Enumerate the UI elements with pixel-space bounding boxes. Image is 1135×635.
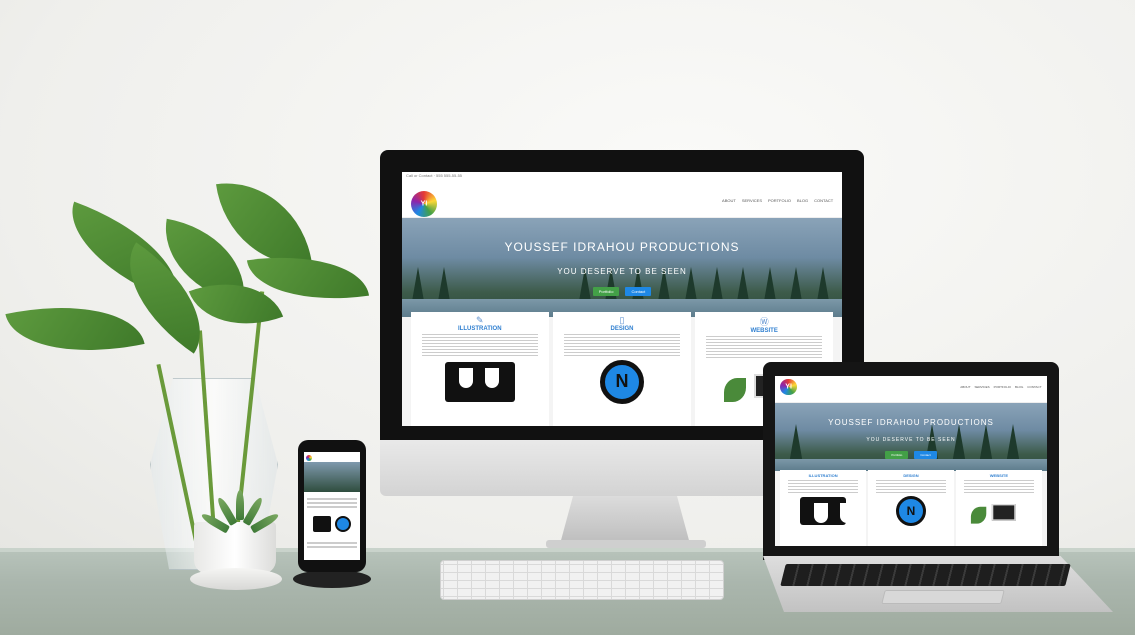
card-text bbox=[421, 333, 538, 356]
card-title: DESIGN bbox=[610, 325, 634, 332]
site-logo[interactable]: YI bbox=[410, 190, 438, 218]
phone-card-text bbox=[304, 540, 360, 554]
hero-title: YOUSSEF IDRAHOU PRODUCTIONS bbox=[504, 239, 740, 254]
laptop-card-illustration[interactable]: ILLUSTRATION bbox=[780, 469, 866, 546]
hero-buttons: Portfolio Contact bbox=[402, 287, 842, 297]
illustration-artwork bbox=[414, 361, 546, 402]
card-text bbox=[706, 335, 823, 358]
laptop-card-design[interactable]: DESIGN N bbox=[868, 469, 954, 546]
nav-portfolio[interactable]: PORTFOLIO bbox=[768, 198, 791, 203]
laptop-nav-links: ABOUT SERVICES PORTFOLIO BLOG CONTACT bbox=[960, 385, 1042, 390]
phone-screen bbox=[304, 452, 360, 560]
phone-site-navbar bbox=[304, 454, 360, 462]
phone-dock bbox=[293, 570, 371, 588]
service-card-design[interactable]: ▯ DESIGN N bbox=[553, 311, 691, 426]
tablet-icon: ▯ bbox=[619, 314, 625, 325]
phone-site-logo[interactable] bbox=[306, 455, 312, 461]
succulent-leaf bbox=[236, 490, 244, 520]
design-artwork: N bbox=[556, 359, 688, 404]
laptop-hero-buttons: Portfolio Contact bbox=[775, 450, 1047, 459]
imac-stand bbox=[560, 496, 690, 544]
nav-services[interactable]: SERVICES bbox=[742, 198, 762, 203]
laptop-service-cards: ILLUSTRATION DESIGN N WEBSITE bbox=[780, 469, 1042, 546]
nav-contact[interactable]: CONTACT bbox=[814, 198, 833, 203]
wordpress-icon: Ⓦ bbox=[759, 316, 769, 327]
phone-site-hero bbox=[304, 462, 360, 492]
hero-tagline: YOU DESERVE TO BE SEEN bbox=[557, 267, 687, 277]
laptop-site-hero: YOUSSEF IDRAHOU PRODUCTIONS YOU DESERVE … bbox=[775, 403, 1047, 472]
service-card-illustration[interactable]: ✎ ILLUSTRATION bbox=[410, 311, 549, 426]
site-hero: YOUSSEF IDRAHOU PRODUCTIONS YOU DESERVE … bbox=[402, 217, 842, 317]
nav-about[interactable]: ABOUT bbox=[722, 198, 736, 203]
laptop-site-logo[interactable]: YI bbox=[780, 379, 797, 396]
site-nav-links: ABOUT SERVICES PORTFOLIO BLOG CONTACT bbox=[722, 198, 833, 203]
pen-nib-icon: ✎ bbox=[476, 314, 484, 325]
site-logo-text: YI bbox=[420, 200, 428, 208]
laptop-hero-title: YOUSSEF IDRAHOU PRODUCTIONS bbox=[828, 418, 994, 428]
pot-saucer bbox=[190, 568, 282, 590]
card-title: ILLUSTRATION bbox=[458, 325, 502, 332]
site-navbar: YI ABOUT SERVICES PORTFOLIO BLOG CONTACT bbox=[402, 187, 842, 218]
card-text bbox=[563, 333, 681, 356]
phone-card-illustration bbox=[304, 496, 360, 514]
website-laptop: YI ABOUT SERVICES PORTFOLIO BLOG CONTACT… bbox=[775, 376, 1047, 546]
contact-button[interactable]: Contact bbox=[625, 287, 652, 297]
site-top-bar: Call or Contact · 555 555-55-55 bbox=[402, 172, 842, 188]
laptop-trackpad bbox=[881, 590, 1005, 604]
laptop-keyboard bbox=[780, 564, 1071, 586]
laptop-hero-tagline: YOU DESERVE TO BE SEEN bbox=[866, 437, 956, 444]
phone-artwork bbox=[304, 516, 360, 538]
wireless-keyboard bbox=[440, 560, 724, 600]
laptop-screen: YI ABOUT SERVICES PORTFOLIO BLOG CONTACT… bbox=[775, 376, 1047, 546]
laptop-card-website[interactable]: WEBSITE bbox=[956, 469, 1042, 546]
imac-foot bbox=[546, 540, 706, 548]
succulent-pot bbox=[194, 522, 276, 574]
card-title: WEBSITE bbox=[750, 327, 778, 334]
nav-blog[interactable]: BLOG bbox=[797, 198, 808, 203]
laptop-site-navbar: YI ABOUT SERVICES PORTFOLIO BLOG CONTACT bbox=[775, 376, 1047, 404]
portfolio-button[interactable]: Portfolio bbox=[592, 287, 620, 297]
